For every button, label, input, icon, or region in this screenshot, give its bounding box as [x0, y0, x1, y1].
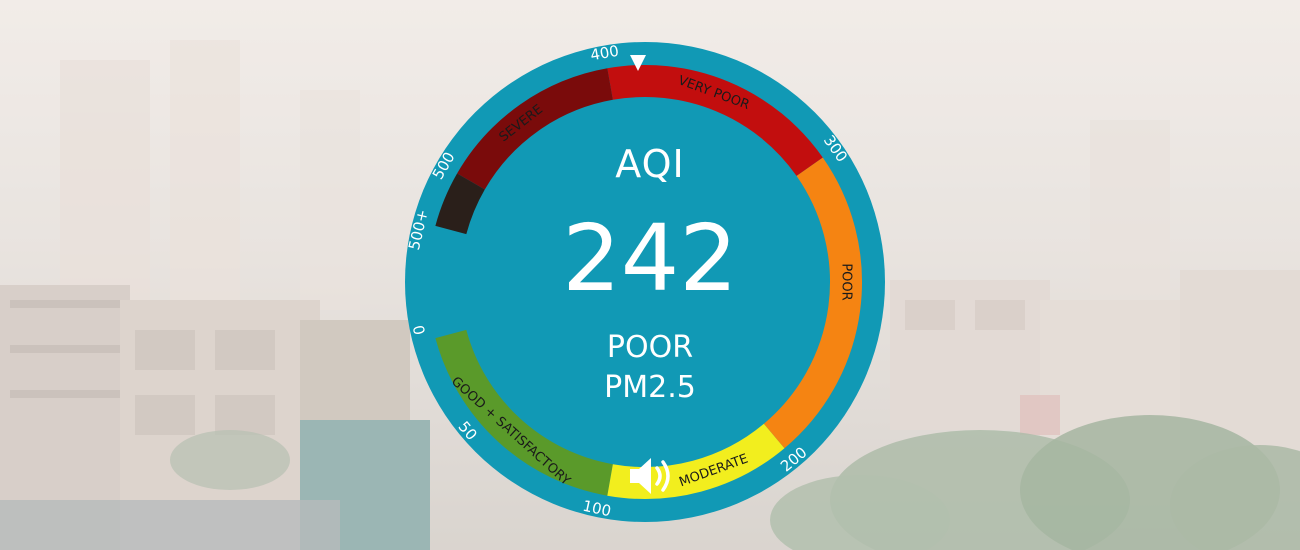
aqi-pollutant: PM2.5	[604, 370, 696, 405]
gauge-segment-beyond	[435, 173, 485, 235]
speaker-icon	[630, 458, 670, 494]
aqi-label: AQI	[615, 142, 685, 186]
speaker-button[interactable]	[626, 454, 674, 498]
aqi-status: POOR	[606, 330, 694, 365]
category-label: POOR	[839, 263, 854, 300]
aqi-value: 242	[562, 205, 738, 312]
